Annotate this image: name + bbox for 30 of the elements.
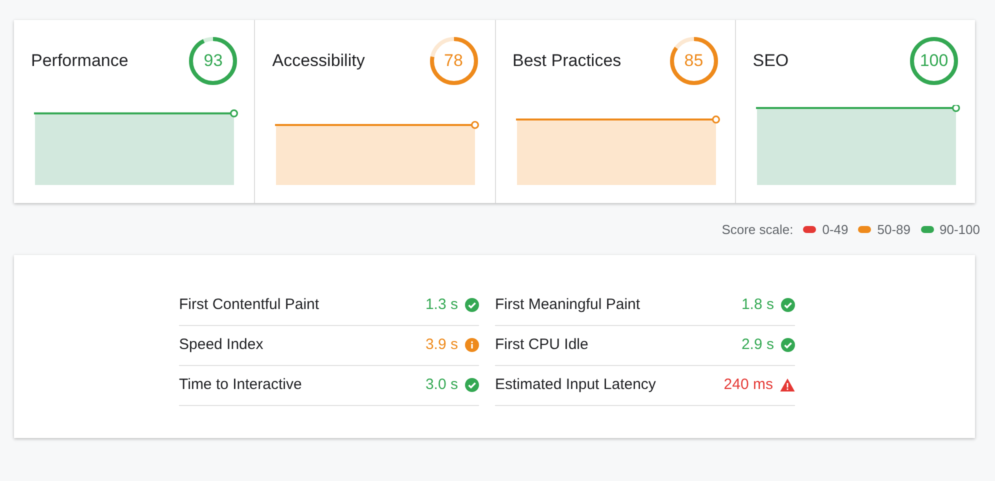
score-scale-label: Score scale:	[722, 221, 794, 239]
check-circle-icon	[465, 298, 479, 312]
score-value: 100	[918, 50, 950, 72]
category-title: Performance	[31, 50, 128, 72]
warning-triangle-icon	[780, 378, 795, 392]
metric-name: First Contentful Paint	[179, 294, 320, 315]
metric-value: 1.8 s	[741, 294, 774, 315]
metric-name: Estimated Input Latency	[495, 374, 656, 395]
category-title: SEO	[752, 50, 789, 72]
legend-label: 50-89	[877, 221, 911, 239]
check-circle-icon	[781, 298, 795, 312]
score-value: 78	[443, 50, 464, 72]
metric-name: First CPU Idle	[495, 334, 588, 355]
info-circle-icon	[465, 338, 479, 352]
legend-label: 0-49	[822, 221, 848, 239]
metric-value: 1.3 s	[425, 294, 458, 315]
category-title: Accessibility	[272, 50, 365, 72]
metric-name: Speed Index	[179, 334, 264, 355]
metric-value: 3.9 s	[425, 334, 458, 355]
category-title: Best Practices	[512, 50, 622, 72]
metric-name: First Meaningful Paint	[495, 294, 640, 315]
check-circle-icon	[781, 338, 795, 352]
score-value: 93	[202, 50, 224, 72]
metric-value: 3.0 s	[425, 374, 458, 395]
legend-label: 90-100	[940, 221, 980, 239]
metric-value: 2.9 s	[741, 334, 774, 355]
metric-name: Time to Interactive	[179, 374, 302, 395]
check-circle-icon	[465, 378, 479, 392]
metric-value: 240 ms	[724, 374, 773, 395]
score-value: 85	[683, 50, 704, 72]
